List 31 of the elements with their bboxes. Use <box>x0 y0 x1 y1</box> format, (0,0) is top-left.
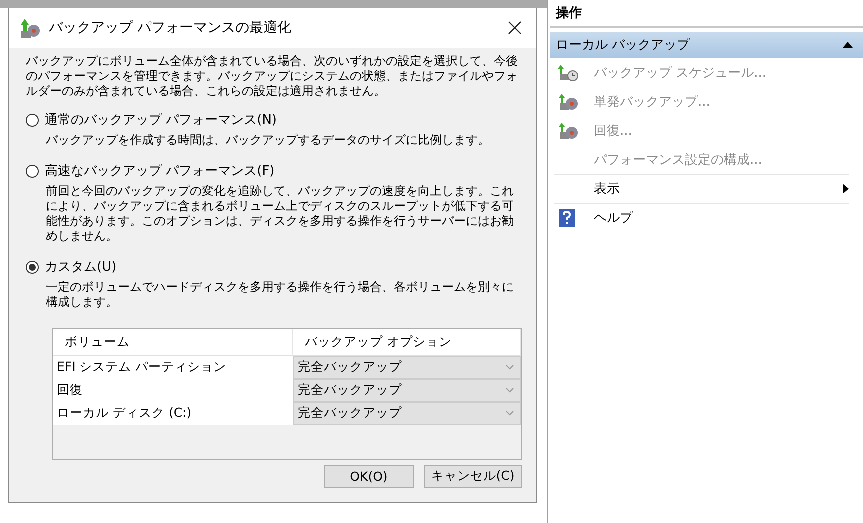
radio-option[interactable]: カスタム(U) <box>26 258 117 276</box>
option-dropdown[interactable]: 完全バックアップ <box>293 356 521 379</box>
radio-option[interactable]: 通常のバックアップ パフォーマンス(N) <box>26 111 278 129</box>
dialog-button[interactable]: キャンセル(C) <box>424 465 522 488</box>
volume-cell: ローカル ディスク (C:) <box>53 402 293 425</box>
radio-option[interactable]: 高速なバックアップ パフォーマンス(F) <box>26 162 275 180</box>
chevron-down-icon <box>506 411 514 416</box>
volume-cell: 回復 <box>53 379 293 402</box>
backup-disk-icon <box>558 92 580 110</box>
panel-title: 操作 <box>550 0 863 28</box>
chevron-down-icon <box>506 365 514 370</box>
intro-text: バックアップにボリューム全体が含まれている場合、次のいずれかの設定を選択して、今後のパフォーマンスを管理できます。バックアップにシステムの状態、またはファイルやフォルダーのみが含まれている場合、これらの設定は適用されません。 <box>26 54 519 99</box>
column-header[interactable]: ボリューム <box>53 329 293 356</box>
chevron-down-icon <box>506 388 514 393</box>
option-dropdown[interactable]: 完全バックアップ <box>293 402 521 425</box>
backup-clock-icon <box>558 64 580 82</box>
collapse-icon <box>843 42 853 48</box>
dialog-button[interactable]: OK(O) <box>324 465 414 488</box>
dialog-title: バックアップ パフォーマンスの最適化 <box>49 19 292 37</box>
section-header[interactable]: ローカル バックアップ <box>550 32 863 58</box>
option-description: 一定のボリュームでハードディスクを多用する操作を行う場合、各ボリュームを別々に構成します。 <box>46 280 515 310</box>
option-description: バックアップを作成する時間は、バックアップするデータのサイズに比例します。 <box>46 133 491 148</box>
backup-app-icon <box>19 17 41 39</box>
submenu-arrow-icon <box>843 184 849 194</box>
volume-cell: EFI システム パーティション <box>53 356 293 379</box>
action-item[interactable]: 表示 <box>554 174 849 203</box>
backup-disk-icon <box>558 122 580 140</box>
action-item[interactable]: ヘルプ <box>554 203 849 232</box>
option-description: 前回と今回のバックアップの変化を追跡して、バックアップの速度を向上します。これにより、バックアップに含まれるボリューム上でディスクのスループットが低下する可能性があります。このオプションは、ディスクを多用する操作を行うサーバーにはお勧めしません。 <box>46 184 515 244</box>
column-header[interactable]: バックアップ オプション <box>293 329 521 356</box>
option-dropdown[interactable]: 完全バックアップ <box>293 379 521 402</box>
